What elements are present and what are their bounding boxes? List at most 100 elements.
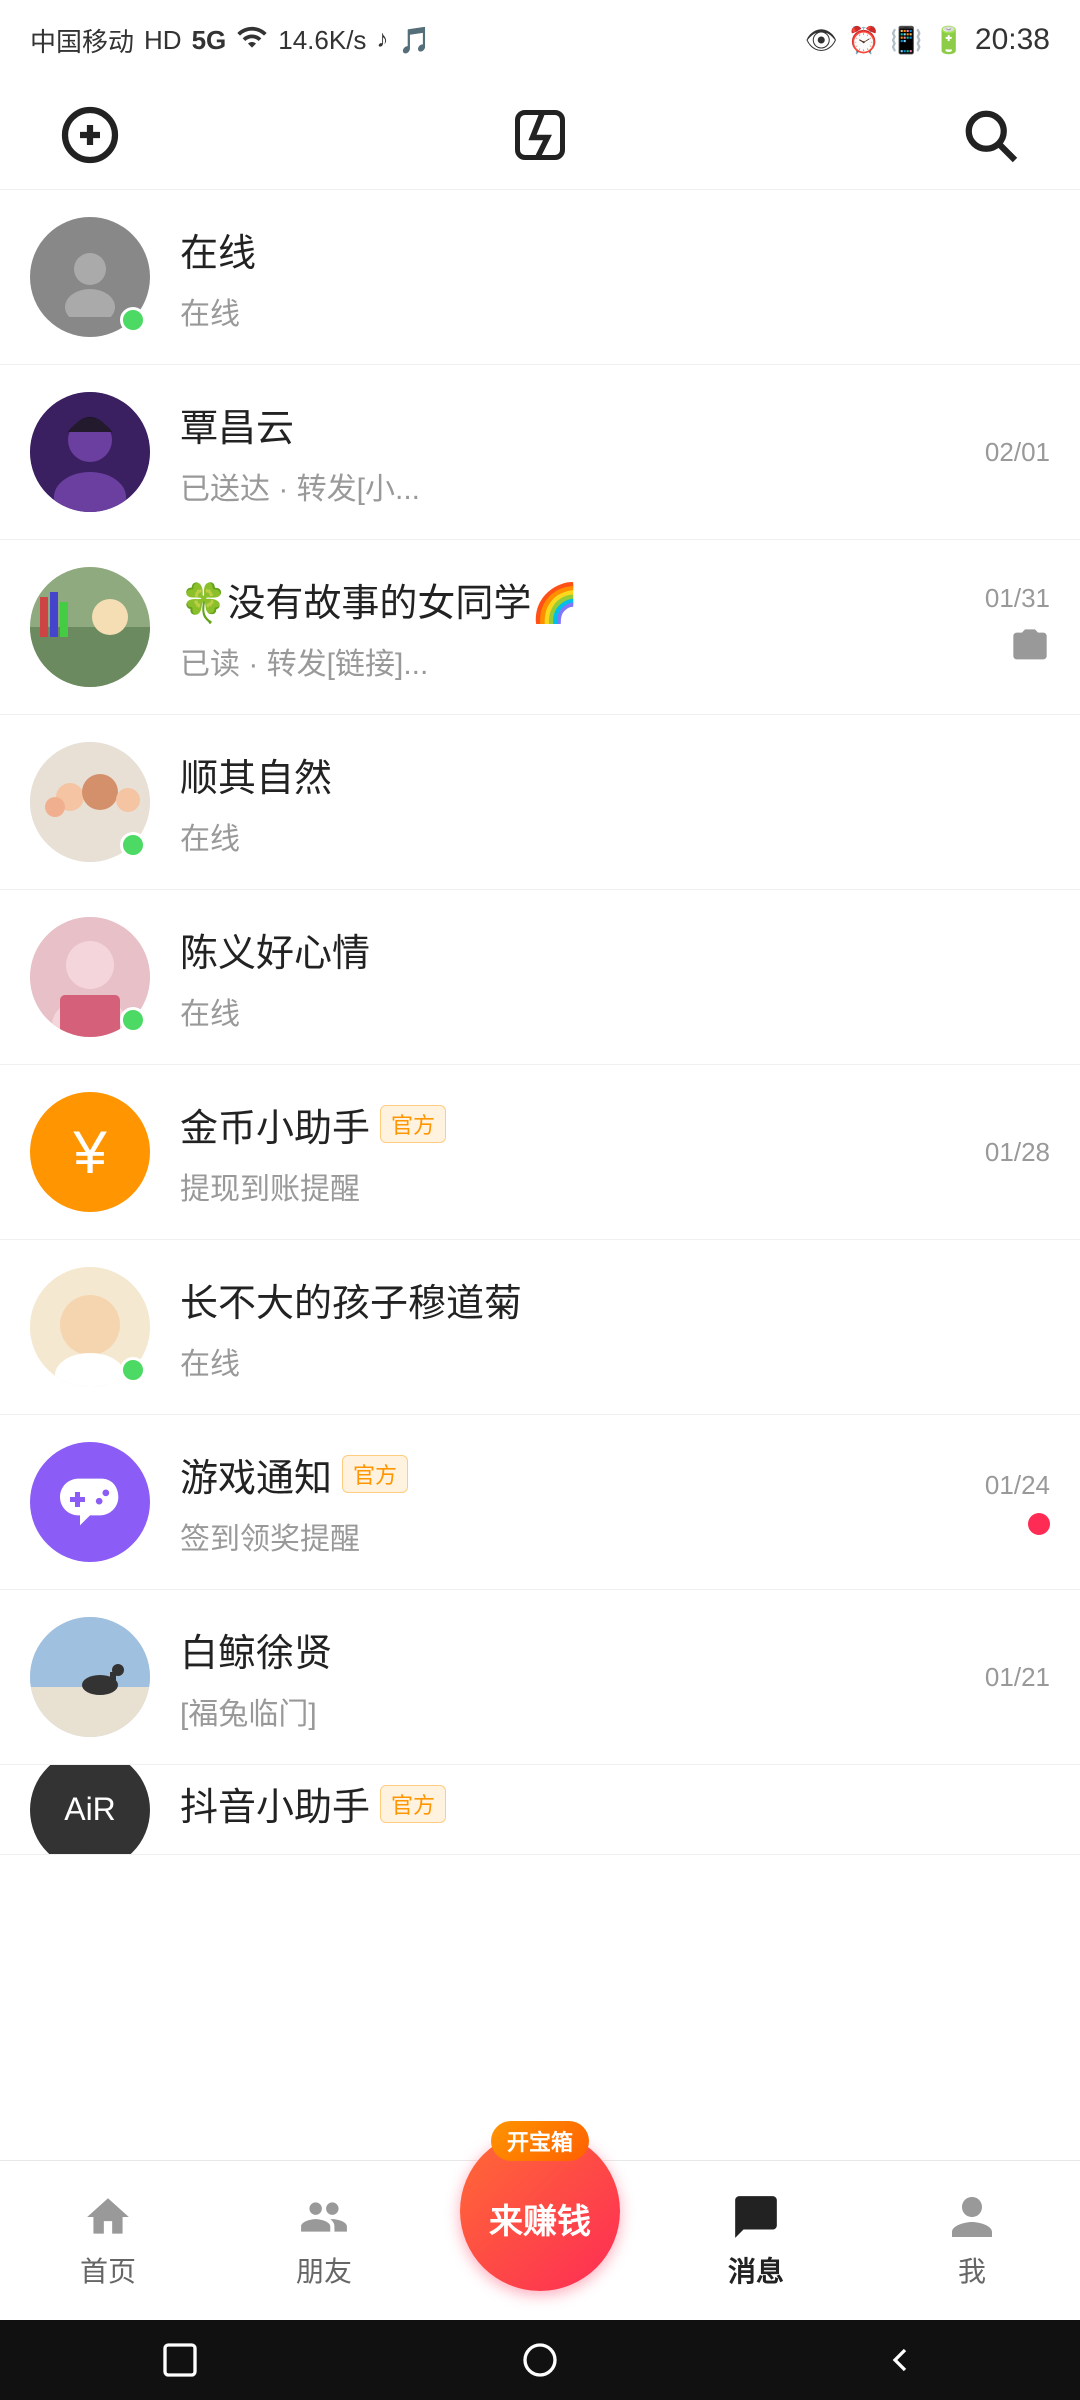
online-indicator <box>120 1357 146 1383</box>
avatar <box>30 567 150 687</box>
contact-info: 顺其自然 在线 <box>150 747 1050 858</box>
contact-name: 🍀没有故事的女同学🌈 <box>180 572 955 627</box>
contact-info: 长不大的孩子穆道菊 在线 <box>150 1272 1050 1383</box>
contact-info: 在线 在线 <box>150 222 1050 333</box>
search-button[interactable] <box>950 95 1030 175</box>
svg-text:AiR: AiR <box>64 1791 116 1827</box>
contact-info: 覃昌云 已送达 · 转发[小... <box>150 397 985 508</box>
contact-item[interactable]: 顺其自然 在线 <box>0 715 1080 890</box>
avatar-wrap <box>30 567 150 687</box>
bottom-navigation: 首页 朋友 开宝箱 来赚钱 消息 我 <box>0 2160 1080 2320</box>
nav-profile[interactable]: 我 <box>864 2192 1080 2290</box>
flash-button[interactable] <box>500 95 580 175</box>
contact-meta: 01/21 <box>985 1662 1050 1693</box>
time: 20:38 <box>975 23 1050 57</box>
avatar: ¥ <box>30 1092 150 1212</box>
alarm-icon: ⏰ <box>848 25 880 56</box>
contact-meta: 01/24 <box>985 1470 1050 1535</box>
music-icon: 🎵 <box>398 25 430 56</box>
tiktok-icon: ♪ <box>376 26 388 54</box>
avatar-wrap <box>30 742 150 862</box>
nav-messages[interactable]: 消息 <box>648 2192 864 2290</box>
official-badge: 官方 <box>380 1105 446 1143</box>
contact-item[interactable]: 在线 在线 <box>0 190 1080 365</box>
contact-name: 金币小助手 官方 <box>180 1097 955 1152</box>
system-bar <box>0 2320 1080 2400</box>
nav-center-earn[interactable]: 开宝箱 来赚钱 <box>432 2161 648 2321</box>
avatar-wrap: AiR <box>30 1765 150 1855</box>
network-type: HD <box>144 25 182 56</box>
official-badge: 官方 <box>342 1455 408 1493</box>
contact-info: 🍀没有故事的女同学🌈 已读 · 转发[链接]... <box>150 572 985 683</box>
online-indicator <box>120 832 146 858</box>
contact-name: 白鲸徐贤 <box>180 1622 955 1677</box>
contact-name: 长不大的孩子穆道菊 <box>180 1272 1020 1327</box>
avatar-wrap <box>30 1267 150 1387</box>
home-button[interactable] <box>510 2330 570 2390</box>
contact-name: 陈义好心情 <box>180 922 1020 977</box>
contact-preview: 已送达 · 转发[小... <box>180 464 955 508</box>
contact-name: 顺其自然 <box>180 747 1020 802</box>
carrier: 中国移动 <box>30 22 134 59</box>
contact-info: 白鲸徐贤 [福兔临门] <box>150 1622 985 1733</box>
contact-item[interactable]: 长不大的孩子穆道菊 在线 <box>0 1240 1080 1415</box>
back-button[interactable] <box>870 2330 930 2390</box>
avatar-wrap <box>30 917 150 1037</box>
add-button[interactable] <box>50 95 130 175</box>
contact-info: 陈义好心情 在线 <box>150 922 1050 1033</box>
contact-name: 在线 <box>180 222 1020 277</box>
contact-list: 在线 在线 覃昌云 已送达 · 转发[小... 02/01 <box>0 190 1080 2160</box>
contact-name: 抖音小助手 官方 <box>180 1776 1020 1831</box>
contact-item[interactable]: 🍀没有故事的女同学🌈 已读 · 转发[链接]... 01/31 <box>0 540 1080 715</box>
recent-apps-button[interactable] <box>150 2330 210 2390</box>
contact-preview: [福兔临门] <box>180 1689 955 1733</box>
status-bar: 中国移动 HD 5G 14.6K/s ♪ 🎵 👁 ⏰ 📳 🔋 20:38 <box>0 0 1080 80</box>
contact-item[interactable]: 覃昌云 已送达 · 转发[小... 02/01 <box>0 365 1080 540</box>
avatar: AiR <box>30 1765 150 1855</box>
avatar-wrap <box>30 217 150 337</box>
online-indicator <box>120 307 146 333</box>
contact-preview: 已读 · 转发[链接]... <box>180 639 955 683</box>
avatar-wrap <box>30 1442 150 1562</box>
official-badge: 官方 <box>380 1785 446 1823</box>
avatar-wrap <box>30 392 150 512</box>
nav-friends[interactable]: 朋友 <box>216 2192 432 2290</box>
contact-info: 金币小助手 官方 提现到账提醒 <box>150 1097 985 1208</box>
contact-time: 01/31 <box>985 583 1050 614</box>
contact-time: 01/28 <box>985 1137 1050 1168</box>
contact-status: 在线 <box>180 289 1020 333</box>
earn-label: 来赚钱 <box>489 2194 591 2243</box>
contact-time: 01/24 <box>985 1470 1050 1501</box>
contact-item[interactable]: 游戏通知 官方 签到领奖提醒 01/24 <box>0 1415 1080 1590</box>
battery-icon: 🔋 <box>933 25 965 56</box>
signal-5g: 5G <box>192 25 227 56</box>
vibrate-icon: 📳 <box>890 25 922 56</box>
contact-status: 在线 <box>180 814 1020 858</box>
camera-icon <box>1010 626 1050 671</box>
nav-home-label: 首页 <box>80 2250 136 2290</box>
contact-name: 游戏通知 官方 <box>180 1447 955 1502</box>
speed: 14.6K/s <box>278 25 366 56</box>
avatar <box>30 1442 150 1562</box>
nav-profile-label: 我 <box>958 2250 986 2290</box>
earn-money-button[interactable]: 开宝箱 来赚钱 <box>460 2131 620 2291</box>
wifi-icon <box>236 21 268 60</box>
contact-meta: 01/28 <box>985 1137 1050 1168</box>
yen-icon: ¥ <box>73 1118 106 1187</box>
top-navigation <box>0 80 1080 190</box>
contact-item[interactable]: 白鲸徐贤 [福兔临门] 01/21 <box>0 1590 1080 1765</box>
status-left: 中国移动 HD 5G 14.6K/s ♪ 🎵 <box>30 21 431 60</box>
avatar-wrap <box>30 1617 150 1737</box>
nav-home[interactable]: 首页 <box>0 2192 216 2290</box>
contact-time: 01/21 <box>985 1662 1050 1693</box>
avatar <box>30 392 150 512</box>
contact-item[interactable]: ¥ 金币小助手 官方 提现到账提醒 01/28 <box>0 1065 1080 1240</box>
unread-badge <box>1028 1513 1050 1535</box>
contact-preview: 提现到账提醒 <box>180 1164 955 1208</box>
contact-preview: 签到领奖提醒 <box>180 1514 955 1558</box>
contact-meta: 02/01 <box>985 437 1050 468</box>
contact-item-partial[interactable]: AiR 抖音小助手 官方 <box>0 1765 1080 1855</box>
contact-item[interactable]: 陈义好心情 在线 <box>0 890 1080 1065</box>
contact-info: 游戏通知 官方 签到领奖提醒 <box>150 1447 985 1558</box>
avatar-wrap: ¥ <box>30 1092 150 1212</box>
